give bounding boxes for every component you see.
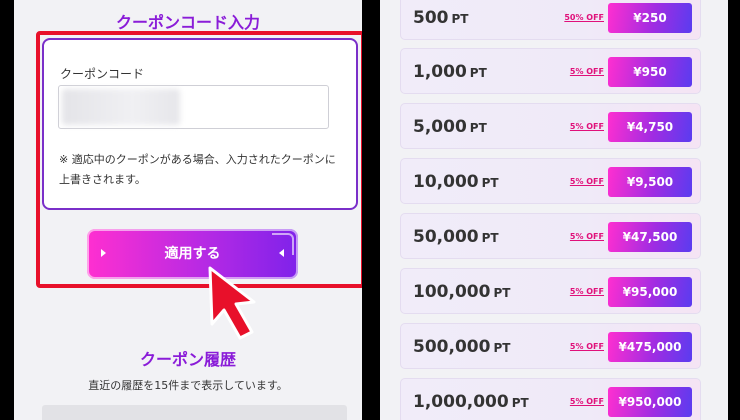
point-row: 10,000 PT 5% OFF ¥9,500 xyxy=(400,158,701,204)
point-amount: 50,000 PT xyxy=(413,227,499,247)
point-row: 1,000 PT 5% OFF ¥950 xyxy=(400,48,701,94)
point-amount: 1,000 PT xyxy=(413,62,487,82)
point-row: 50,000 PT 5% OFF ¥47,500 xyxy=(400,213,701,259)
point-amount: 1,000,000 PT xyxy=(413,392,529,412)
discount-badge[interactable]: 5% OFF xyxy=(570,104,604,150)
buy-price-button[interactable]: ¥475,000 xyxy=(608,332,692,362)
point-row: 500 PT 50% OFF ¥250 xyxy=(400,0,701,40)
coupon-history-title: クーポン履歴 xyxy=(139,350,236,369)
buy-price-button[interactable]: ¥950 xyxy=(608,57,692,87)
buy-price-button[interactable]: ¥4,750 xyxy=(608,112,692,142)
highlight-frame xyxy=(36,31,362,288)
coupon-input-title: クーポンコード入力 xyxy=(115,13,260,32)
discount-badge[interactable]: 5% OFF xyxy=(570,49,604,95)
point-row: 5,000 PT 5% OFF ¥4,750 xyxy=(400,103,701,149)
discount-badge[interactable]: 50% OFF xyxy=(564,0,604,41)
discount-badge[interactable]: 5% OFF xyxy=(570,159,604,205)
point-amount: 10,000 PT xyxy=(413,172,499,192)
buy-price-button[interactable]: ¥9,500 xyxy=(608,167,692,197)
buy-price-button[interactable]: ¥47,500 xyxy=(608,222,692,252)
point-amount: 500 PT xyxy=(413,8,469,28)
coupon-panel: クーポンコード入力 クーポンコード ※ 適応中のクーポンがある場合、入力されたク… xyxy=(14,0,362,420)
point-row: 100,000 PT 5% OFF ¥95,000 xyxy=(400,268,701,314)
buy-price-button[interactable]: ¥950,000 xyxy=(608,387,692,417)
point-amount: 100,000 PT xyxy=(413,282,511,302)
discount-badge[interactable]: 5% OFF xyxy=(570,214,604,260)
coupon-history-list xyxy=(42,405,347,420)
point-amount: 5,000 PT xyxy=(413,117,487,137)
discount-badge[interactable]: 5% OFF xyxy=(570,269,604,315)
discount-badge[interactable]: 5% OFF xyxy=(570,324,604,370)
point-amount: 500,000 PT xyxy=(413,337,511,357)
point-purchase-panel: 500 PT 50% OFF ¥250 1,000 PT 5% OFF ¥950 5… xyxy=(380,0,728,420)
coupon-history-note: 直近の履歴を15件まで表示しています。 xyxy=(88,379,288,392)
point-row: 1,000,000 PT 5% OFF ¥950,000 xyxy=(400,378,701,420)
red-cursor-arrow-icon xyxy=(208,266,256,340)
buy-price-button[interactable]: ¥95,000 xyxy=(608,277,692,307)
discount-badge[interactable]: 5% OFF xyxy=(570,379,604,420)
point-row: 500,000 PT 5% OFF ¥475,000 xyxy=(400,323,701,369)
buy-price-button[interactable]: ¥250 xyxy=(608,3,692,33)
